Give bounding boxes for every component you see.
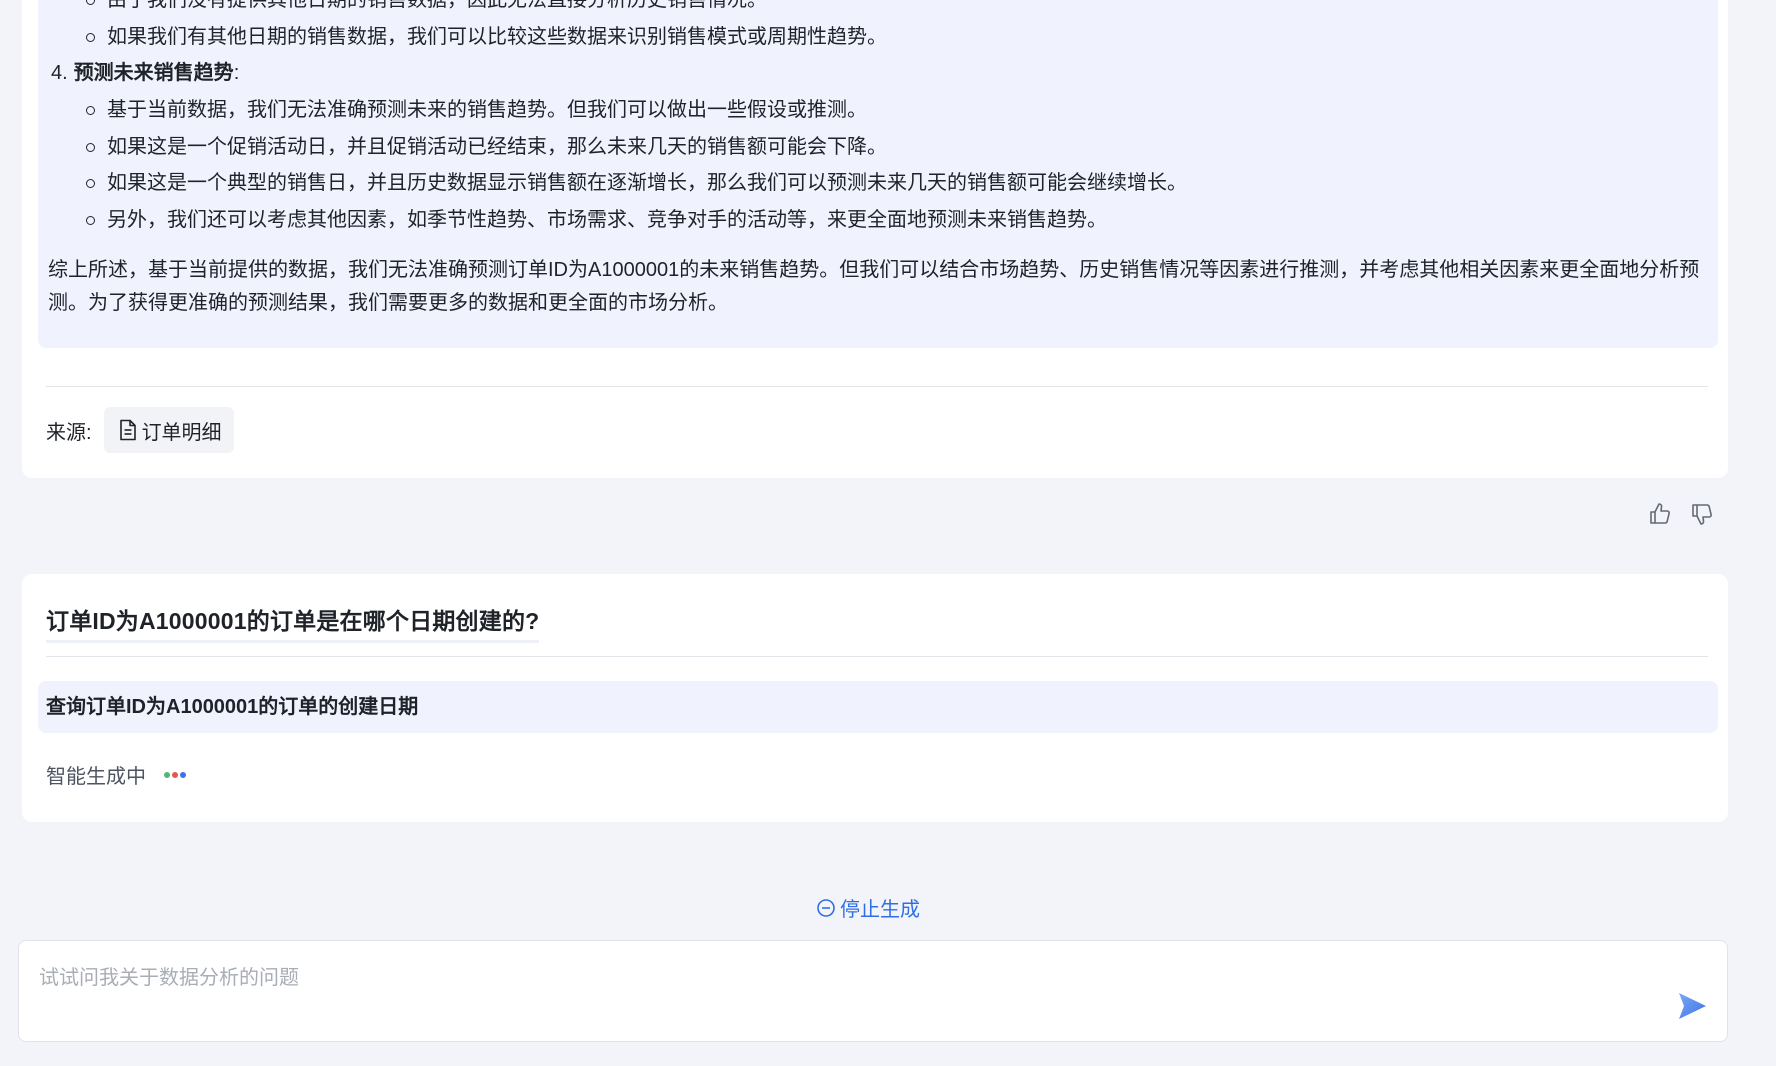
list-item: 基于当前数据，我们无法准确预测未来的销售趋势。但我们可以做出一些假设或推测。 — [38, 92, 1718, 129]
feedback-bar — [1648, 502, 1714, 526]
document-icon — [119, 419, 136, 441]
loading-dot — [164, 771, 170, 778]
list-item: 由于我们没有提供其他日期的销售数据，因此无法直接分析历史销售情况。 — [38, 0, 1718, 19]
loading-dot — [180, 771, 186, 778]
answer-body: 由于我们没有提供其他日期的销售数据，因此无法直接分析历史销售情况。 如果我们有其… — [38, 0, 1718, 348]
answer-summary: 综上所述，基于当前提供的数据，我们无法准确预测订单ID为A1000001的未来销… — [48, 259, 1700, 314]
chat-page: 由于我们没有提供其他日期的销售数据，因此无法直接分析历史销售情况。 如果我们有其… — [0, 0, 1776, 1066]
generating-status: 智能生成中 — [46, 760, 186, 789]
section-colon: : — [233, 62, 240, 84]
section-title: 预测未来销售趋势 — [73, 62, 234, 84]
bullet-list-top: 由于我们没有提供其他日期的销售数据，因此无法直接分析历史销售情况。 如果我们有其… — [38, 0, 1718, 55]
status-text: 智能生成中 — [46, 766, 146, 788]
question-title: 订单ID为A1000001的订单是在哪个日期创建的? — [46, 602, 540, 643]
source-row: 来源: 订单明细 — [46, 407, 234, 453]
source-chip[interactable]: 订单明细 — [103, 407, 234, 453]
stop-circle-icon — [817, 898, 835, 917]
list-item: 如果我们有其他日期的销售数据，我们可以比较这些数据来识别销售模式或周期性趋势。 — [38, 19, 1718, 56]
divider — [46, 656, 1708, 657]
source-name: 订单明细 — [141, 421, 222, 444]
thumbs-down-icon[interactable] — [1690, 502, 1714, 526]
query-text: 查询订单ID为A1000001的订单的创建日期 — [46, 696, 419, 718]
bullet-list-section4: 基于当前数据，我们无法准确预测未来的销售趋势。但我们可以做出一些假设或推测。 如… — [38, 92, 1718, 238]
query-box: 查询订单ID为A1000001的订单的创建日期 — [38, 681, 1718, 733]
send-icon[interactable] — [1675, 989, 1709, 1023]
divider — [46, 386, 1708, 387]
loading-dots — [164, 771, 186, 778]
stop-label: 停止生成 — [840, 899, 920, 921]
chat-input-box — [18, 940, 1728, 1042]
list-item: 如果这是一个典型的销售日，并且历史数据显示销售额在逐渐增长，那么我们可以预测未来… — [38, 165, 1718, 202]
section-number: 4. — [51, 62, 68, 84]
question-card: 订单ID为A1000001的订单是在哪个日期创建的? 查询订单ID为A10000… — [22, 574, 1728, 822]
thumbs-up-icon[interactable] — [1648, 502, 1672, 526]
answer-card: 由于我们没有提供其他日期的销售数据，因此无法直接分析历史销售情况。 如果我们有其… — [22, 0, 1728, 478]
section-heading: 4. 预测未来销售趋势: — [38, 55, 1718, 92]
stop-generating-button[interactable]: 停止生成 — [816, 893, 920, 922]
list-item: 另外，我们还可以考虑其他因素，如季节性趋势、市场需求、竞争对手的活动等，来更全面… — [38, 202, 1718, 239]
chat-input[interactable] — [37, 957, 1621, 999]
loading-dot — [172, 771, 178, 778]
list-item: 如果这是一个促销活动日，并且促销活动已经结束，那么未来几天的销售额可能会下降。 — [38, 129, 1718, 166]
source-label: 来源: — [46, 421, 92, 444]
